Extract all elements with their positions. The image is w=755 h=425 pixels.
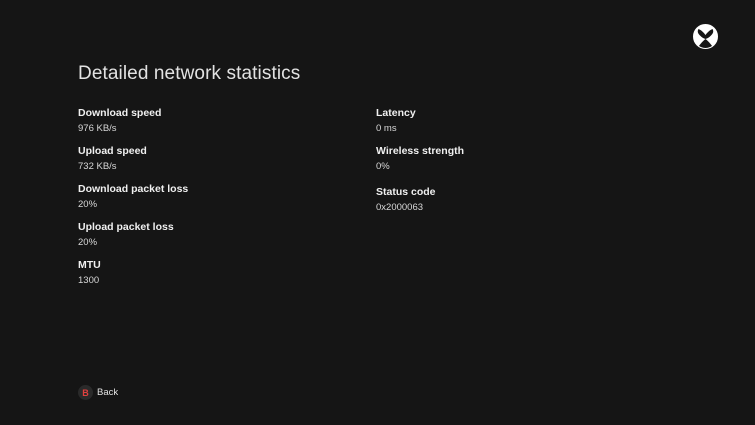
stat-status-code: Status code 0x2000063 (376, 186, 436, 214)
stat-label: Upload speed (78, 145, 147, 157)
stat-upload-speed: Upload speed 732 KB/s (78, 145, 147, 173)
stat-label: Download speed (78, 107, 162, 119)
stat-mtu: MTU 1300 (78, 259, 101, 287)
stat-wireless-strength: Wireless strength 0% (376, 145, 464, 173)
stat-value: 976 KB/s (78, 123, 117, 134)
page-title: Detailed network statistics (78, 63, 301, 84)
stat-label: Upload packet loss (78, 221, 174, 233)
stat-value: 0% (376, 161, 390, 172)
back-button[interactable]: B Back (78, 385, 118, 400)
stat-latency: Latency 0 ms (376, 107, 416, 135)
stat-value: 0x2000063 (376, 202, 424, 213)
back-label: Back (97, 387, 119, 398)
xbox-logo-icon (693, 24, 718, 49)
b-button-icon: B (78, 385, 93, 400)
stat-label: Wireless strength (376, 145, 465, 157)
stat-value: 0 ms (376, 123, 397, 134)
stat-download-packet-loss: Download packet loss 20% (78, 183, 188, 211)
stat-value: 20% (78, 199, 98, 210)
stat-value: 732 KB/s (78, 161, 117, 172)
stat-label: Download packet loss (78, 183, 189, 195)
stat-label: Latency (376, 107, 416, 119)
stat-value: 1300 (78, 275, 100, 286)
stat-label: MTU (78, 259, 101, 271)
stat-download-speed: Download speed 976 KB/s (78, 107, 161, 135)
stat-label: Status code (376, 186, 436, 198)
network-statistics-screen: Detailed network statistics Download spe… (0, 0, 755, 425)
stat-upload-packet-loss: Upload packet loss 20% (78, 221, 174, 249)
stat-value: 20% (78, 237, 98, 248)
